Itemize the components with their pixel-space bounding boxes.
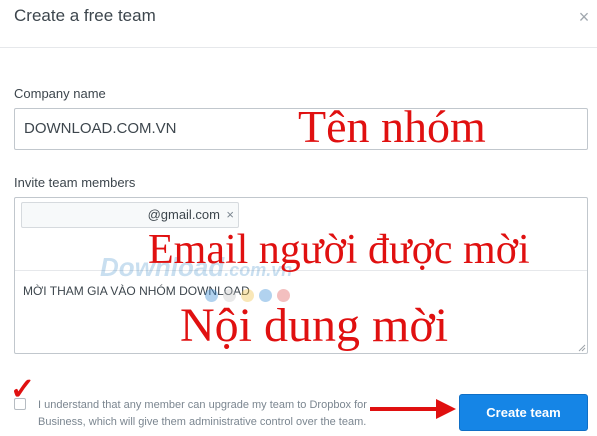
checkmark-icon: ✓ xyxy=(10,373,36,406)
dialog-header: Create a free team × xyxy=(0,0,597,48)
email-chip-text: @gmail.com xyxy=(147,207,220,222)
email-chip: @gmail.com × xyxy=(21,202,239,228)
annotation-team-name: Tên nhóm xyxy=(298,101,486,152)
create-team-button[interactable]: Create team xyxy=(459,394,588,431)
dialog-title: Create a free team xyxy=(14,6,156,25)
company-name-label: Company name xyxy=(14,86,106,101)
close-icon[interactable]: × xyxy=(575,8,593,26)
invite-members-label: Invite team members xyxy=(14,175,136,190)
annotation-invitee-email: Email người được mời xyxy=(148,227,530,273)
chip-remove-icon[interactable]: × xyxy=(226,203,234,227)
create-team-dialog: Create a free team × Company name DOWNLO… xyxy=(0,0,597,436)
resize-grip-icon[interactable] xyxy=(578,344,586,352)
agreement-text: I understand that any member can upgrade… xyxy=(38,399,367,428)
annotation-invite-content: Nội dung mời xyxy=(180,299,449,352)
